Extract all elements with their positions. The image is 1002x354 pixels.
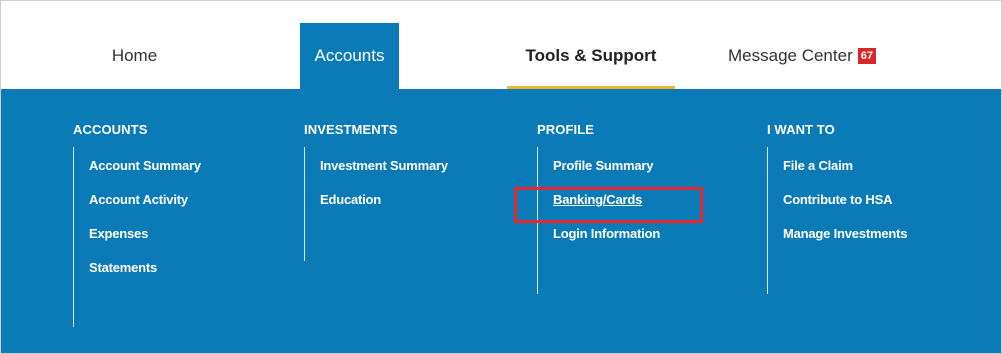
app-window: Home Accounts Tools & Support Message Ce… (0, 0, 1002, 354)
nav-home-label: Home (111, 46, 158, 65)
menu-link-statements[interactable]: Statements (89, 251, 201, 285)
nav-message-center[interactable]: Message Center 67 (707, 23, 897, 89)
menu-column-investments: INVESTMENTS Investment Summary Education (304, 122, 448, 261)
menu-link-expenses[interactable]: Expenses (89, 217, 201, 251)
menu-heading-accounts: ACCOUNTS (73, 122, 148, 137)
menu-heading-profile: PROFILE (537, 122, 595, 137)
menu-link-manage-investments[interactable]: Manage Investments (783, 217, 907, 251)
nav-tools-support[interactable]: Tools & Support (507, 23, 675, 89)
menu-links-accounts: Account Summary Account Activity Expense… (73, 147, 201, 327)
menu-link-banking-cards[interactable]: Banking/Cards (553, 183, 660, 217)
menu-link-login-information[interactable]: Login Information (553, 217, 660, 251)
message-count-badge: 67 (857, 48, 876, 64)
menu-links-investments: Investment Summary Education (304, 147, 448, 261)
menu-column-accounts: ACCOUNTS Account Summary Account Activit… (73, 122, 201, 327)
menu-link-account-summary[interactable]: Account Summary (89, 149, 201, 183)
menu-links-profile: Profile Summary Banking/Cards Login Info… (537, 147, 660, 294)
menu-column-i-want-to: I WANT TO File a Claim Contribute to HSA… (767, 122, 907, 294)
mega-menu-dropdown: ACCOUNTS Account Summary Account Activit… (1, 89, 1001, 353)
nav-accounts-label: Accounts (314, 46, 385, 65)
nav-home[interactable]: Home (77, 23, 192, 89)
menu-link-file-a-claim[interactable]: File a Claim (783, 149, 907, 183)
menu-column-profile: PROFILE Profile Summary Banking/Cards Lo… (537, 122, 660, 294)
menu-heading-i-want-to: I WANT TO (767, 122, 835, 137)
nav-tools-support-label: Tools & Support (525, 46, 657, 65)
nav-accounts[interactable]: Accounts (300, 23, 399, 89)
menu-link-account-activity[interactable]: Account Activity (89, 183, 201, 217)
top-navigation: Home Accounts Tools & Support Message Ce… (1, 1, 1001, 89)
nav-message-center-label: Message Center (728, 46, 853, 65)
menu-link-contribute-to-hsa[interactable]: Contribute to HSA (783, 183, 907, 217)
menu-link-profile-summary[interactable]: Profile Summary (553, 149, 660, 183)
menu-link-investment-summary[interactable]: Investment Summary (320, 149, 448, 183)
menu-links-i-want-to: File a Claim Contribute to HSA Manage In… (767, 147, 907, 294)
menu-link-education[interactable]: Education (320, 183, 448, 217)
menu-heading-investments: INVESTMENTS (304, 122, 398, 137)
